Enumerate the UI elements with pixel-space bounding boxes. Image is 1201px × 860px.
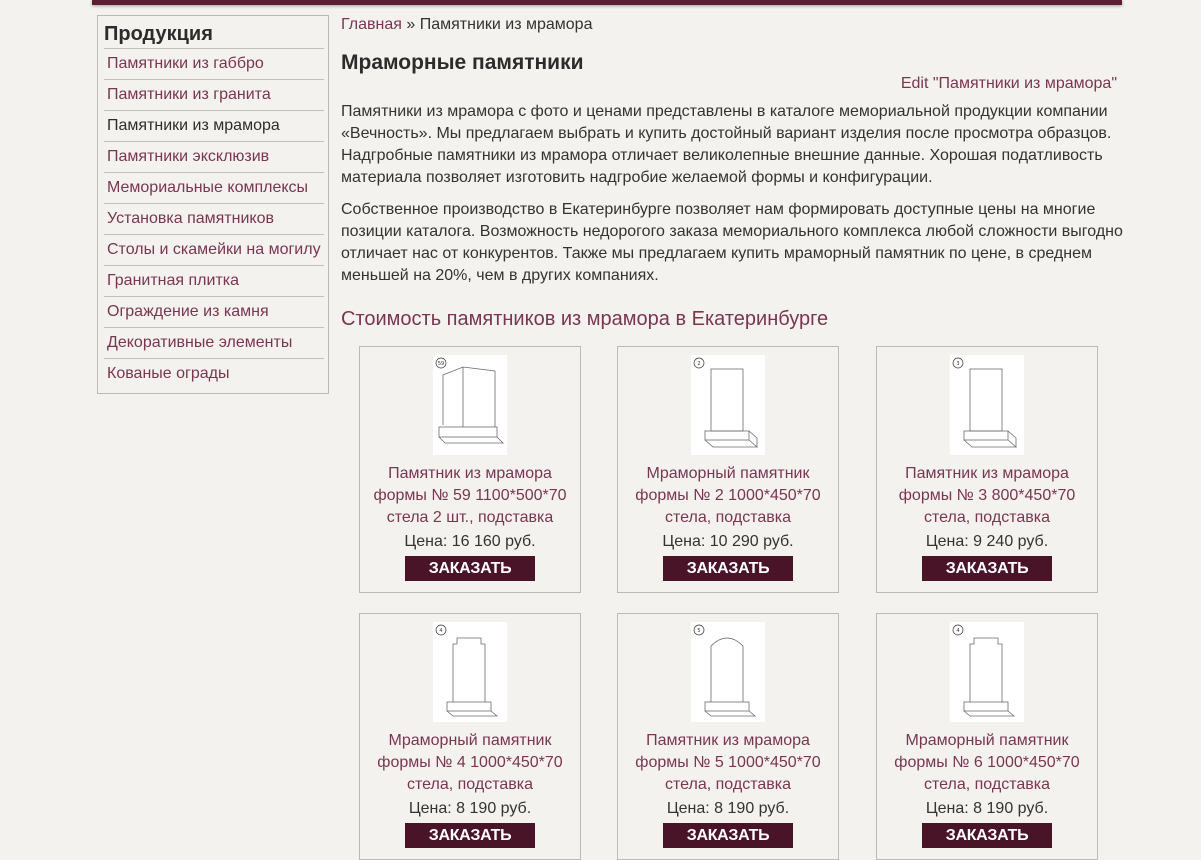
svg-text:2: 2 bbox=[697, 361, 700, 367]
product-sidebar: Продукция Памятники из габбро Памятники … bbox=[97, 15, 329, 394]
breadcrumb-current: Памятники из мрамора bbox=[419, 16, 593, 33]
product-drawing[interactable]: 59 bbox=[433, 355, 507, 455]
order-button[interactable]: ЗАКАЗАТЬ bbox=[922, 823, 1052, 848]
product-card: 4 Мраморный памятник формы № 6 1000*450*… bbox=[876, 613, 1098, 860]
order-button[interactable]: ЗАКАЗАТЬ bbox=[405, 823, 535, 848]
breadcrumb: Главная » Памятники из мрамора bbox=[341, 16, 592, 34]
order-button[interactable]: ЗАКАЗАТЬ bbox=[922, 556, 1052, 581]
svg-text:3: 3 bbox=[956, 361, 959, 367]
sidebar-item-granite-tile[interactable]: Гранитная плитка bbox=[104, 265, 324, 295]
product-price: Цена: 9 240 руб. bbox=[925, 533, 1049, 550]
product-drawing[interactable]: 2 bbox=[691, 355, 765, 455]
product-name-link[interactable]: Мраморный памятник формы № 2 1000*450*70… bbox=[628, 463, 828, 529]
intro-paragraph-2: Собственное производство в Екатеринбурге… bbox=[341, 201, 1123, 284]
svg-text:59: 59 bbox=[438, 361, 444, 367]
svg-text:4: 4 bbox=[439, 628, 442, 634]
product-drawing[interactable]: 3 bbox=[950, 355, 1024, 455]
product-name-link[interactable]: Памятник из мрамора формы № 5 1000*450*7… bbox=[628, 730, 828, 796]
sidebar-item-memorial-complexes[interactable]: Мемориальные комплексы bbox=[104, 172, 324, 202]
page-title: Мраморные памятники bbox=[341, 51, 584, 74]
sidebar-item-marble[interactable]: Памятники из мрамора bbox=[104, 110, 324, 140]
product-price: Цена: 8 190 руб. bbox=[666, 800, 790, 817]
svg-text:4: 4 bbox=[956, 628, 959, 634]
top-bar bbox=[92, 0, 1122, 5]
sidebar-item-stone-fence[interactable]: Ограждение из камня bbox=[104, 296, 324, 326]
product-name-link[interactable]: Памятник из мрамора формы № 59 1100*500*… bbox=[370, 463, 570, 529]
product-drawing[interactable]: 4 bbox=[433, 622, 507, 722]
sidebar-item-installation[interactable]: Установка памятников bbox=[104, 203, 324, 233]
sidebar-item-forged-fences[interactable]: Кованые ограды bbox=[104, 358, 324, 388]
sidebar-item-exclusive[interactable]: Памятники эксклюзив bbox=[104, 141, 324, 171]
sidebar-title: Продукция bbox=[104, 23, 213, 45]
product-price: Цена: 8 190 руб. bbox=[925, 800, 1049, 817]
order-button[interactable]: ЗАКАЗАТЬ bbox=[663, 556, 793, 581]
product-card: 2 Мраморный памятник формы № 2 1000*450*… bbox=[617, 346, 839, 593]
product-price: Цена: 8 190 руб. bbox=[408, 800, 532, 817]
section-title: Стоимость памятников из мрамора в Екатер… bbox=[341, 308, 829, 330]
product-card: 3 Памятник из мрамора формы № 3 800*450*… bbox=[876, 346, 1098, 593]
edit-link[interactable]: Edit "Памятники из мрамора" bbox=[901, 75, 1117, 93]
product-name-link[interactable]: Мраморный памятник формы № 4 1000*450*70… bbox=[370, 730, 570, 796]
product-drawing[interactable]: 5 bbox=[691, 622, 765, 722]
product-drawing[interactable]: 4 bbox=[950, 622, 1024, 722]
product-name-link[interactable]: Памятник из мрамора формы № 3 800*450*70… bbox=[887, 463, 1087, 529]
product-card: 5 Памятник из мрамора формы № 5 1000*450… bbox=[617, 613, 839, 860]
sidebar-item-granite[interactable]: Памятники из гранита bbox=[104, 79, 324, 109]
sidebar-item-decorative[interactable]: Декоративные элементы bbox=[104, 327, 324, 357]
product-card: 59 Памятник из мрамора формы № 59 1100*5… bbox=[359, 346, 581, 593]
sidebar-item-gabbro[interactable]: Памятники из габбро bbox=[104, 48, 324, 78]
product-name-link[interactable]: Мраморный памятник формы № 6 1000*450*70… bbox=[887, 730, 1087, 796]
sidebar-list: Памятники из габбро Памятники из гранита… bbox=[104, 48, 324, 388]
sidebar-item-tables-benches[interactable]: Столы и скамейки на могилу bbox=[104, 234, 324, 264]
order-button[interactable]: ЗАКАЗАТЬ bbox=[405, 556, 535, 581]
order-button[interactable]: ЗАКАЗАТЬ bbox=[663, 823, 793, 848]
product-price: Цена: 10 290 руб. bbox=[662, 533, 794, 550]
product-price: Цена: 16 160 руб. bbox=[404, 533, 536, 550]
product-card: 4 Мраморный памятник формы № 4 1000*450*… bbox=[359, 613, 581, 860]
intro-paragraph-1: Памятники из мрамора с фото и ценами пре… bbox=[341, 103, 1112, 186]
breadcrumb-home-link[interactable]: Главная bbox=[341, 16, 402, 33]
breadcrumb-separator: » bbox=[406, 16, 416, 33]
svg-text:5: 5 bbox=[697, 628, 700, 634]
